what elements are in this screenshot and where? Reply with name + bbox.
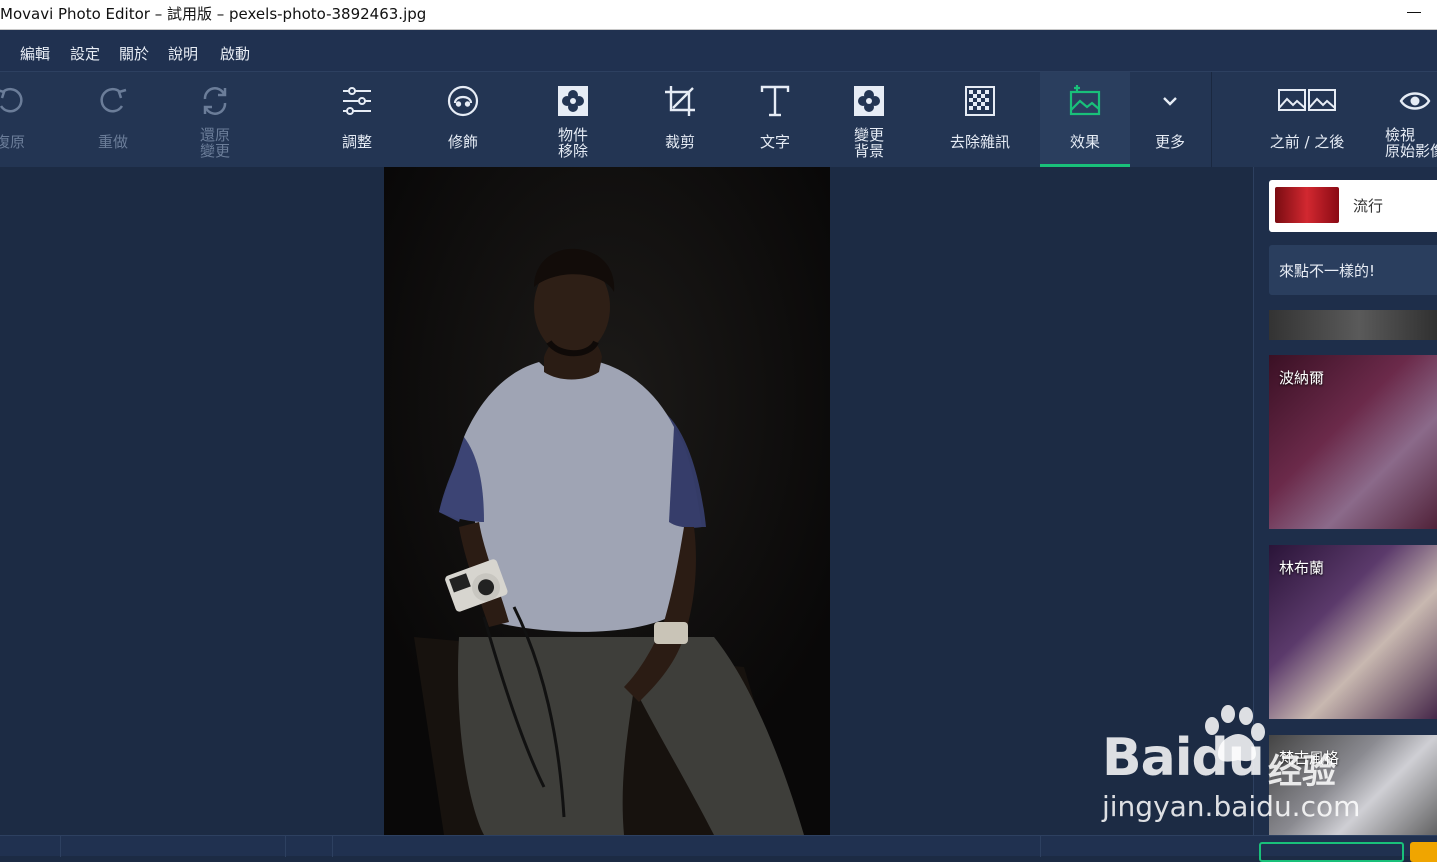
redo-label: 重做 — [97, 133, 128, 151]
denoise-button[interactable]: 去除雜訊 — [930, 72, 1030, 167]
revert-changes-button[interactable]: 還原 變更 — [165, 72, 265, 167]
window-title: Movavi Photo Editor – 試用版 – pexels-photo… — [0, 5, 427, 23]
effects-icon — [1069, 85, 1101, 116]
menu-about[interactable]: 關於 — [119, 43, 149, 64]
redo-button[interactable]: 重做 — [63, 72, 163, 167]
revert-icon — [203, 87, 227, 115]
effect-name: 波納爾 — [1279, 369, 1325, 387]
effect-name: 梵古風格 — [1279, 749, 1340, 767]
photo-image — [384, 167, 830, 835]
title-bar: Movavi Photo Editor – 試用版 – pexels-photo… — [0, 0, 1437, 30]
buy-button[interactable] — [1410, 842, 1437, 862]
toolbar-divider — [1211, 72, 1212, 167]
bottom-bar — [0, 835, 1437, 862]
before-after-icon — [1278, 89, 1336, 111]
face-icon — [447, 85, 479, 117]
crop-icon — [665, 86, 695, 116]
change-background-label: 變更 背景 — [853, 126, 884, 160]
object-removal-icon — [558, 86, 588, 116]
menu-bar: 編輯 設定 關於 說明 啟動 — [0, 30, 1437, 72]
chevron-down-icon — [1163, 97, 1177, 106]
change-background-icon — [854, 86, 884, 116]
retouch-button[interactable]: 修飾 — [413, 72, 513, 167]
effect-category-dropdown[interactable]: 流行 — [1269, 180, 1437, 232]
photo-canvas[interactable] — [384, 167, 830, 835]
promo-banner[interactable]: 來點不一樣的! — [1269, 245, 1437, 295]
effects-tab[interactable]: 效果 — [1040, 72, 1130, 167]
category-thumbnail — [1275, 187, 1339, 223]
effect-card-previous[interactable] — [1269, 310, 1437, 340]
undo-icon — [0, 87, 23, 113]
bottom-divider — [60, 836, 61, 857]
before-after-label: 之前 / 之後 — [1269, 133, 1345, 151]
redo-icon — [100, 87, 127, 113]
object-removal-label: 物件 移除 — [557, 126, 588, 160]
text-button[interactable]: 文字 — [725, 72, 825, 167]
save-button[interactable] — [1259, 842, 1404, 862]
canvas-area — [0, 167, 1253, 835]
change-background-button[interactable]: 變更 背景 — [819, 72, 919, 167]
menu-activate[interactable]: 啟動 — [220, 43, 250, 64]
effect-name: 林布蘭 — [1279, 559, 1325, 577]
text-label: 文字 — [759, 133, 790, 151]
promo-text: 來點不一樣的! — [1279, 262, 1376, 280]
crop-label: 裁剪 — [664, 133, 695, 151]
sliders-icon — [343, 87, 371, 115]
more-label: 更多 — [1154, 133, 1185, 151]
adjust-button[interactable]: 調整 — [307, 72, 407, 167]
menu-help[interactable]: 說明 — [168, 43, 198, 64]
effect-card-van-gogh[interactable]: 梵古風格 — [1269, 735, 1437, 835]
toolbar: 復原 重做 還原 變更 調整 修飾 物件 移除 裁剪 文字 變更 背景 去除雜訊 — [0, 72, 1437, 167]
bottom-divider — [332, 836, 333, 857]
category-label: 流行 — [1353, 197, 1384, 215]
view-original-label: 檢視 原始影像 — [1385, 126, 1437, 160]
effect-card-bonnard[interactable]: 波納爾 — [1269, 355, 1437, 529]
bottom-divider — [1040, 836, 1041, 857]
adjust-label: 調整 — [341, 133, 372, 151]
minimize-button[interactable] — [1407, 12, 1421, 13]
retouch-label: 修飾 — [447, 133, 478, 151]
text-icon — [760, 85, 790, 117]
noise-icon — [965, 86, 995, 116]
effects-panel: 流行 來點不一樣的! 波納爾 林布蘭 梵古風格 — [1253, 167, 1437, 856]
before-after-button[interactable]: 之前 / 之後 — [1252, 72, 1362, 167]
bottom-divider — [285, 836, 286, 857]
object-removal-button[interactable]: 物件 移除 — [523, 72, 623, 167]
effects-label: 效果 — [1069, 133, 1100, 151]
undo-label: 復原 — [0, 133, 25, 151]
menu-settings[interactable]: 設定 — [70, 43, 100, 64]
undo-button[interactable]: 復原 — [0, 72, 60, 167]
view-original-button[interactable]: 檢視 原始影像 — [1370, 72, 1437, 167]
more-button[interactable]: 更多 — [1130, 72, 1210, 167]
menu-edit[interactable]: 編輯 — [20, 43, 50, 64]
eye-icon — [1399, 92, 1431, 110]
crop-button[interactable]: 裁剪 — [630, 72, 730, 167]
denoise-label: 去除雜訊 — [949, 133, 1010, 151]
revert-label: 還原 變更 — [199, 126, 230, 160]
effect-card-rembrandt[interactable]: 林布蘭 — [1269, 545, 1437, 719]
